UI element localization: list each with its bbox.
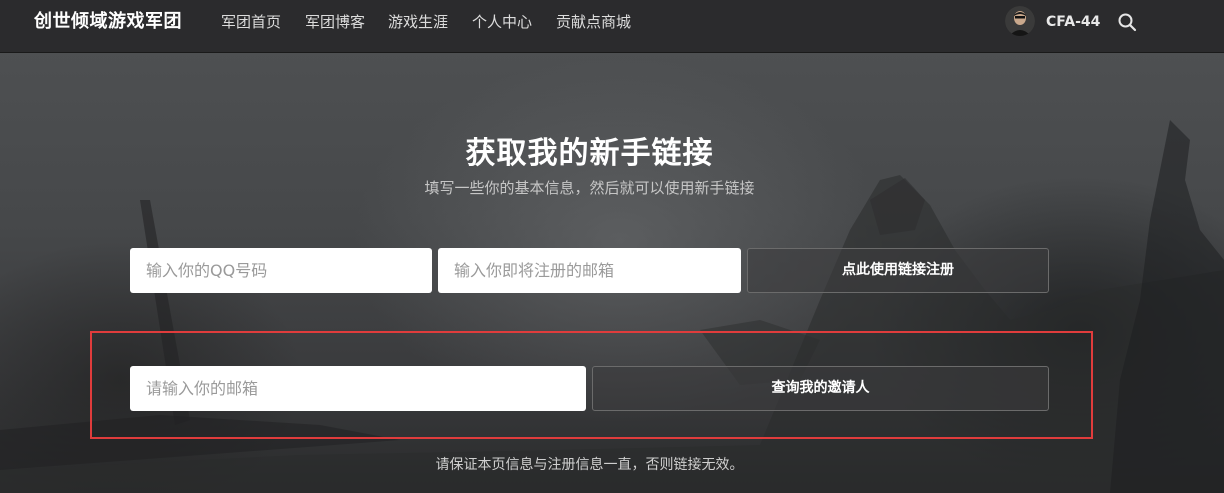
top-navbar: 创世倾域游戏军团 军团首页 军团博客 游戏生涯 个人中心 贡献点商城 CFA-4… bbox=[0, 0, 1224, 53]
nav-item-career[interactable]: 游戏生涯 bbox=[388, 0, 448, 44]
register-with-link-button[interactable]: 点此使用链接注册 bbox=[747, 248, 1049, 293]
page-subtitle: 填写一些你的基本信息，然后就可以使用新手链接 bbox=[424, 179, 755, 197]
site-brand[interactable]: 创世倾域游戏军团 bbox=[34, 0, 182, 44]
nav-item-points-store[interactable]: 贡献点商城 bbox=[556, 0, 631, 44]
avatar[interactable] bbox=[1005, 6, 1035, 36]
page-title: 获取我的新手链接 bbox=[465, 136, 714, 171]
nav-item-home[interactable]: 军团首页 bbox=[221, 0, 281, 44]
qq-number-input[interactable] bbox=[130, 248, 432, 293]
nav-item-blog[interactable]: 军团博客 bbox=[305, 0, 365, 44]
search-icon[interactable] bbox=[1117, 12, 1137, 32]
register-email-input[interactable] bbox=[438, 248, 741, 293]
validity-note: 请保证本页信息与注册信息一直，否则链接无效。 bbox=[435, 457, 744, 473]
username[interactable]: CFA-44 bbox=[1046, 0, 1100, 44]
inviter-email-input[interactable] bbox=[130, 366, 586, 411]
nav-item-personal-center[interactable]: 个人中心 bbox=[472, 0, 532, 44]
query-inviter-button[interactable]: 查询我的邀请人 bbox=[592, 366, 1049, 411]
